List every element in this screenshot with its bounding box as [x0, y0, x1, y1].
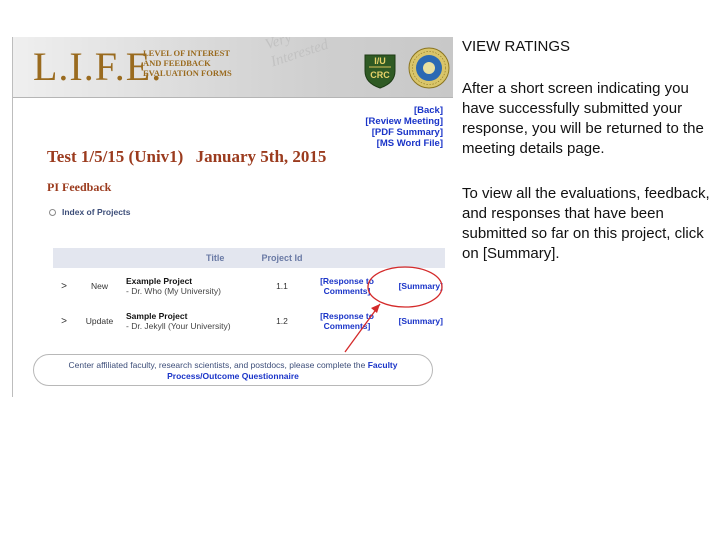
- index-of-projects-label: Index of Projects: [62, 207, 131, 217]
- column-header-project-id: Project Id: [260, 248, 304, 268]
- summary-link[interactable]: [Summary]: [399, 281, 443, 291]
- nsf-seal-icon: [408, 47, 450, 89]
- meeting-date: January 5th, 2015: [195, 147, 327, 166]
- row-arrow[interactable]: >: [53, 304, 75, 338]
- column-header: [390, 248, 445, 268]
- summary-link[interactable]: [Summary]: [399, 316, 443, 326]
- instructions-paragraph: After a short screen indicating you have…: [462, 80, 704, 157]
- badge-top-text: I/U: [374, 56, 386, 66]
- row-arrow[interactable]: >: [53, 268, 75, 304]
- column-header: [75, 248, 124, 268]
- banner-subtitle-line: EVALUATION FORMS: [143, 68, 232, 78]
- banner-subtitle: LEVEL OF INTEREST AND FEEDBACK EVALUATIO…: [143, 48, 253, 78]
- instructions-heading: VIEW RATINGS: [462, 38, 571, 55]
- banner-subtitle-line: AND FEEDBACK: [143, 58, 211, 68]
- faculty-notice: Center affiliated faculty, research scie…: [33, 354, 433, 386]
- summary-cell: [Summary]: [390, 304, 445, 338]
- screenshot-panel: L.I.F.E. LEVEL OF INTEREST AND FEEDBACK …: [12, 37, 453, 397]
- table-row: > New Example Project - Dr. Who (My Univ…: [53, 268, 445, 304]
- meeting-name: Test 1/5/15 (Univ1): [47, 147, 184, 166]
- response-to-comments-link[interactable]: [Response to Comments]: [320, 276, 374, 296]
- meeting-title: Test 1/5/15 (Univ1) January 5th, 2015: [47, 147, 334, 167]
- project-pi: - Dr. Who (My University): [126, 286, 221, 296]
- row-title: Sample Project - Dr. Jekyll (Your Univer…: [124, 304, 260, 338]
- row-status: New: [90, 281, 108, 291]
- table-row: > Update Sample Project - Dr. Jekyll (Yo…: [53, 304, 445, 338]
- pdf-summary-link[interactable]: [PDF Summary]: [365, 127, 443, 138]
- response-cell: [Response to Comments]: [304, 304, 390, 338]
- instructions-panel: VIEW RATINGS After a short screen indica…: [462, 37, 712, 264]
- notice-text: Center affiliated faculty, research scie…: [68, 360, 366, 370]
- badge-bottom-text: CRC: [370, 70, 390, 80]
- iucrc-logo-icon: I/U CRC: [364, 54, 396, 89]
- row-title: Example Project - Dr. Who (My University…: [124, 268, 260, 304]
- index-of-projects[interactable]: Index of Projects: [49, 207, 131, 217]
- response-to-comments-link[interactable]: [Response to Comments]: [320, 311, 374, 331]
- column-header: [53, 248, 75, 268]
- section-title: PI Feedback: [47, 180, 112, 194]
- instructions-paragraph: To view all the evaluations, feedback, a…: [462, 185, 710, 262]
- banner-watermark: Very Interested: [263, 37, 424, 94]
- project-id: 1.1: [276, 281, 288, 291]
- table-header-row: Title Project Id: [53, 248, 445, 268]
- review-meeting-link[interactable]: [Review Meeting]: [365, 116, 443, 127]
- project-pi: - Dr. Jekyll (Your University): [126, 321, 231, 331]
- banner-subtitle-line: LEVEL OF INTEREST: [143, 48, 231, 58]
- project-id: 1.2: [276, 316, 288, 326]
- response-cell: [Response to Comments]: [304, 268, 390, 304]
- life-banner: L.I.F.E. LEVEL OF INTEREST AND FEEDBACK …: [13, 37, 453, 98]
- ms-word-file-link[interactable]: [MS Word File]: [365, 138, 443, 149]
- project-name: Example Project: [126, 276, 193, 286]
- page-links: [Back] [Review Meeting] [PDF Summary] [M…: [365, 105, 443, 149]
- column-header: [304, 248, 390, 268]
- summary-cell: [Summary]: [390, 268, 445, 304]
- bullet-icon: [49, 209, 56, 217]
- row-status: Update: [85, 316, 114, 326]
- project-name: Sample Project: [126, 311, 188, 321]
- projects-table: Title Project Id > New Example Project -…: [53, 248, 445, 338]
- back-link[interactable]: [Back]: [365, 105, 443, 116]
- column-header-title: Title: [124, 248, 260, 268]
